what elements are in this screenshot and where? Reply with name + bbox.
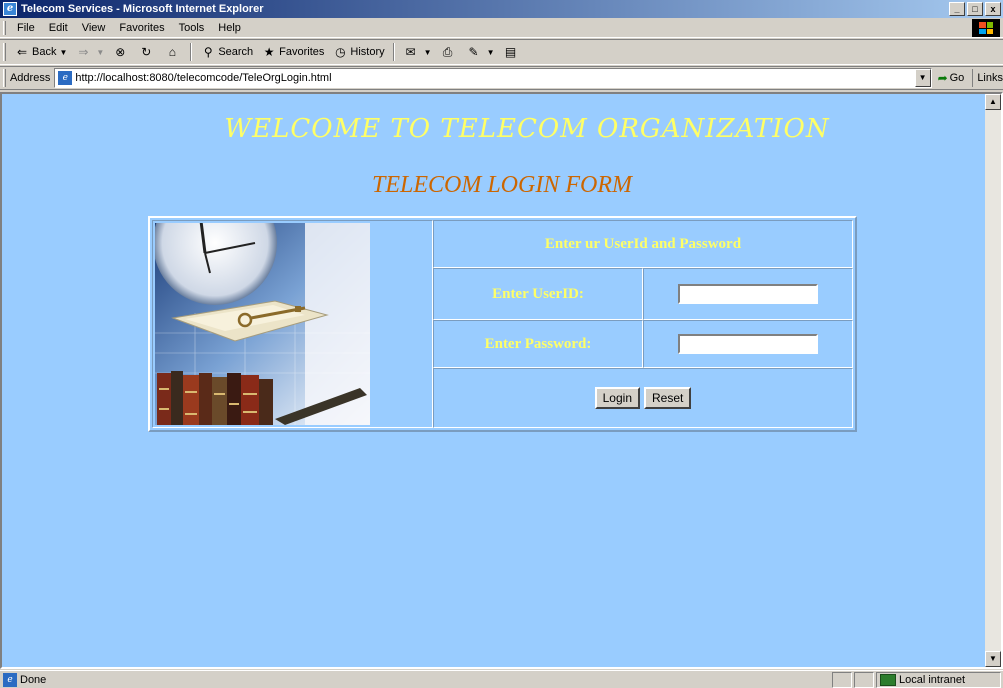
discuss-icon: ▤ xyxy=(504,45,517,59)
forward-arrow-icon: ⇒ xyxy=(78,45,89,59)
password-input[interactable] xyxy=(678,334,818,354)
refresh-button[interactable]: ↻ xyxy=(134,41,160,63)
password-label-cell: Enter Password: xyxy=(433,320,643,368)
status-bar: e Done Local intranet xyxy=(0,670,1003,688)
toolbar-grip[interactable] xyxy=(3,43,6,61)
scroll-down-icon[interactable]: ▼ xyxy=(985,651,1001,667)
standard-toolbar: ⇐ Back ▼ ⇒ ▼ ⊗ ↻ ⌂ ⚲ Search ★ Favorites … xyxy=(0,39,1003,65)
address-dropdown-icon[interactable]: ▼ xyxy=(914,69,931,87)
login-form-title: TELECOM LOGIN FORM xyxy=(371,172,632,198)
page-icon: e xyxy=(58,71,73,85)
instruction-text: Enter ur UserId and Password xyxy=(544,235,742,252)
edit-icon: ✎ xyxy=(468,45,479,59)
stop-icon: ⊗ xyxy=(115,45,126,59)
favorites-button[interactable]: ★ Favorites xyxy=(257,41,328,63)
back-arrow-icon: ⇐ xyxy=(16,45,28,59)
menubar-grip[interactable] xyxy=(3,20,6,35)
favorites-icon: ★ xyxy=(263,45,275,59)
discuss-button[interactable]: ▤ xyxy=(499,41,525,63)
edit-button[interactable]: ✎ ▼ xyxy=(462,41,499,63)
login-button[interactable]: Login xyxy=(594,387,640,409)
links-button[interactable]: Links xyxy=(972,69,1003,87)
stop-button[interactable]: ⊗ xyxy=(108,41,134,63)
mail-button[interactable]: ✉ ▼ xyxy=(399,41,436,63)
search-button[interactable]: ⚲ Search xyxy=(196,41,257,63)
ie-logo-icon: e xyxy=(3,2,17,16)
window-title: Telecom Services - Microsoft Internet Ex… xyxy=(21,3,264,15)
menu-bar: File Edit View Favorites Tools Help xyxy=(0,18,1003,38)
password-label: Enter Password: xyxy=(484,335,592,352)
address-input[interactable]: e http://localhost:8080/telecomcode/Tele… xyxy=(54,68,932,88)
back-dropdown-icon[interactable]: ▼ xyxy=(59,48,67,57)
status-panel xyxy=(832,671,852,688)
userid-label: Enter UserID: xyxy=(492,285,584,302)
go-button[interactable]: ➦ Go xyxy=(938,71,965,85)
menu-help[interactable]: Help xyxy=(211,22,248,34)
favorites-label: Favorites xyxy=(279,46,325,58)
login-table: Enter ur UserId and Password Enter UserI… xyxy=(148,216,857,432)
address-bar: Address e http://localhost:8080/telecomc… xyxy=(0,66,1003,90)
userid-input[interactable] xyxy=(678,284,818,304)
scroll-up-icon[interactable]: ▲ xyxy=(985,94,1001,110)
toolbar-separator xyxy=(392,43,395,61)
print-button[interactable]: ⎙ xyxy=(436,41,462,63)
address-label: Address xyxy=(9,72,51,84)
forward-button[interactable]: ⇒ ▼ xyxy=(71,41,108,63)
menu-favorites[interactable]: Favorites xyxy=(112,22,171,34)
telecom-clock-key-books-image xyxy=(155,223,370,425)
page-status-icon: e xyxy=(3,672,17,687)
mail-icon: ✉ xyxy=(405,45,416,59)
search-label: Search xyxy=(218,46,254,58)
addressbar-grip[interactable] xyxy=(3,69,6,87)
forward-dropdown-icon[interactable]: ▼ xyxy=(96,48,104,57)
status-text: Done xyxy=(20,673,47,686)
windows-logo-icon xyxy=(972,19,1000,37)
search-icon: ⚲ xyxy=(203,45,213,59)
vertical-scrollbar[interactable]: ▲ ▼ xyxy=(985,94,1001,667)
toolbar-separator xyxy=(190,43,193,61)
userid-input-cell xyxy=(643,268,853,320)
refresh-icon: ↻ xyxy=(141,45,152,59)
go-arrow-icon: ➦ xyxy=(937,71,948,85)
zone-label: Local intranet xyxy=(899,673,966,686)
menu-file[interactable]: File xyxy=(10,22,42,34)
userid-label-cell: Enter UserID: xyxy=(433,268,643,320)
window-title-bar[interactable]: e Telecom Services - Microsoft Internet … xyxy=(0,0,1003,18)
maximize-button[interactable]: □ xyxy=(967,2,983,16)
back-label: Back xyxy=(32,46,57,58)
security-zone: Local intranet xyxy=(876,671,1001,688)
back-button[interactable]: ⇐ Back ▼ xyxy=(10,41,71,63)
history-icon: ◷ xyxy=(335,45,346,59)
menu-tools[interactable]: Tools xyxy=(172,22,212,34)
buttons-cell: Login Reset xyxy=(433,368,853,428)
page-content: WELCOME TO TELECOM ORGANIZATION TELECOM … xyxy=(0,92,1003,669)
menu-view[interactable]: View xyxy=(75,22,113,34)
instruction-cell: Enter ur UserId and Password xyxy=(433,220,853,268)
status-panel xyxy=(854,671,874,688)
intranet-icon xyxy=(880,673,896,686)
address-url[interactable]: http://localhost:8080/telecomcode/TeleOr… xyxy=(75,72,331,84)
home-icon: ⌂ xyxy=(168,45,176,59)
password-input-cell xyxy=(643,320,853,368)
print-icon: ⎙ xyxy=(442,45,453,59)
close-button[interactable]: x xyxy=(985,2,1001,16)
reset-button[interactable]: Reset xyxy=(644,387,692,409)
minimize-button[interactable]: _ xyxy=(949,2,965,16)
menu-edit[interactable]: Edit xyxy=(42,22,75,34)
welcome-heading: WELCOME TO TELECOM ORGANIZATION xyxy=(224,114,830,144)
mail-dropdown-icon[interactable]: ▼ xyxy=(424,48,432,57)
go-label: Go xyxy=(949,72,965,84)
home-button[interactable]: ⌂ xyxy=(160,41,186,63)
history-label: History xyxy=(350,46,385,58)
history-button[interactable]: ◷ History xyxy=(328,41,388,63)
login-image-cell xyxy=(152,220,433,428)
edit-dropdown-icon[interactable]: ▼ xyxy=(487,48,495,57)
